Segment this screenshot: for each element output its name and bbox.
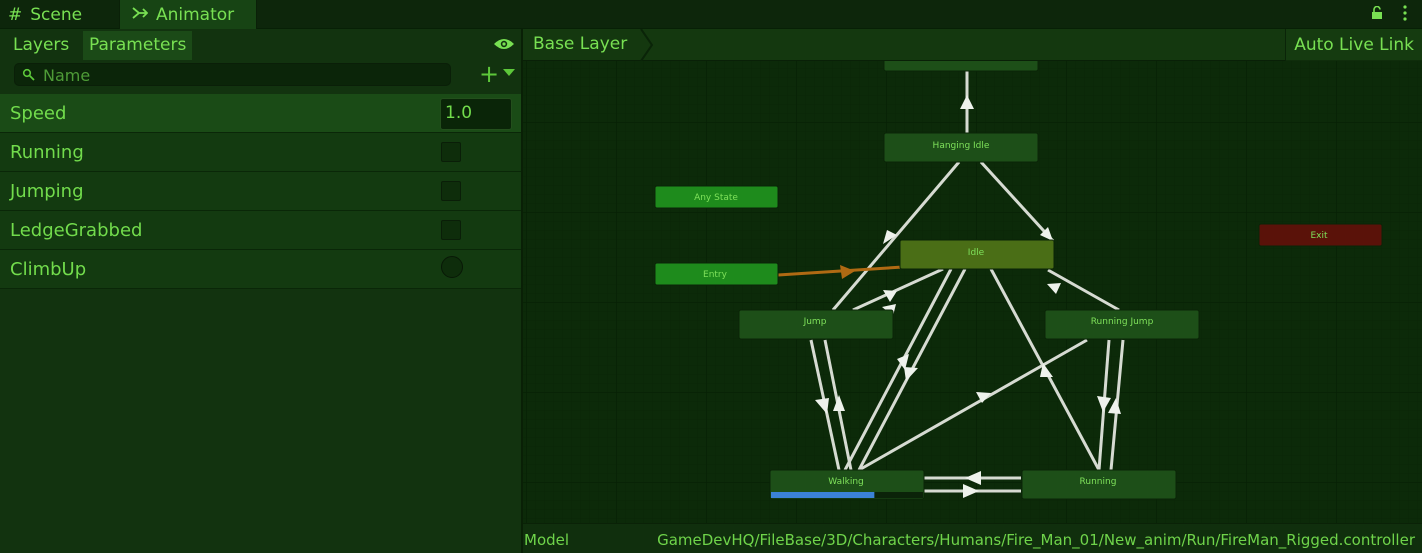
parameter-name: Running	[10, 142, 84, 163]
animator-icon	[132, 5, 149, 25]
state-node-jump[interactable]: Jump	[738, 309, 894, 340]
parameters-panel: Layers Parameters + Speed 1.0 Running	[0, 29, 523, 553]
state-node-hanging-idle[interactable]: Hanging Idle	[883, 132, 1039, 163]
state-label: Entry	[703, 270, 728, 280]
search-row: +	[0, 60, 521, 92]
search-box[interactable]	[14, 63, 451, 86]
parameter-name: Speed	[10, 103, 67, 124]
arrowhead	[960, 95, 974, 109]
status-model-label: Model	[524, 531, 570, 549]
transition-line	[852, 267, 944, 312]
state-label: Running	[1080, 477, 1117, 487]
graph-canvas: Hanging Idle Any State Idle Entry Exit J…	[654, 48, 1383, 500]
state-node-exit[interactable]: Exit	[1258, 223, 1383, 247]
parameter-name: LedgeGrabbed	[10, 220, 143, 241]
state-label: Running Jump	[1091, 317, 1154, 327]
state-node-entry[interactable]: Entry	[654, 262, 779, 286]
ledgegrabbed-checkbox[interactable]	[441, 220, 461, 240]
arrowhead	[840, 265, 855, 279]
controller-path: GameDevHQ/FileBase/3D/Characters/Humans/…	[657, 531, 1415, 549]
speed-value-field[interactable]: 1.0	[440, 98, 512, 130]
state-label: Walking	[828, 477, 863, 487]
lock-icon[interactable]	[1370, 6, 1384, 20]
transition-line	[979, 160, 1055, 243]
breadcrumb-bar: Base Layer Auto Live Link	[523, 29, 1422, 61]
parameter-row-climbup[interactable]: ClimbUp	[0, 250, 521, 289]
tab-scene[interactable]: # Scene	[8, 0, 118, 29]
arrowhead	[1047, 283, 1061, 294]
panel-tab-bar: Layers Parameters	[0, 29, 521, 60]
transition-line	[843, 268, 953, 471]
state-machine-graph[interactable]: Hanging Idle Any State Idle Entry Exit J…	[523, 29, 1422, 523]
running-checkbox[interactable]	[441, 142, 461, 162]
state-label: Jump	[803, 317, 827, 327]
arrowhead	[904, 367, 918, 381]
add-parameter-icon[interactable]: +	[479, 62, 499, 86]
state-label: Exit	[1310, 231, 1328, 241]
jumping-checkbox[interactable]	[441, 181, 461, 201]
climbup-trigger-radio[interactable]	[441, 256, 463, 278]
chevron-down-icon[interactable]	[503, 69, 515, 76]
tab-animator-label: Animator	[156, 4, 235, 25]
parameter-row-running[interactable]: Running	[0, 133, 521, 172]
state-label: Idle	[968, 248, 985, 258]
state-node-running-jump[interactable]: Running Jump	[1044, 309, 1200, 340]
transition-line	[1047, 268, 1120, 312]
window-tab-bar: # Scene Animator	[0, 0, 1422, 29]
grid-icon: #	[8, 4, 23, 25]
tab-parameters[interactable]: Parameters	[83, 31, 193, 60]
arrowhead	[963, 484, 979, 498]
state-label: Any State	[694, 193, 738, 203]
parameter-name: Jumping	[10, 181, 84, 202]
more-options-icon[interactable]	[1402, 4, 1408, 22]
transition-lines	[809, 65, 1125, 493]
tab-layers[interactable]: Layers	[7, 31, 75, 60]
auto-live-link-button[interactable]: Auto Live Link	[1285, 29, 1422, 61]
arrowhead	[815, 398, 829, 414]
status-bar: Model GameDevHQ/FileBase/3D/Characters/H…	[523, 523, 1422, 553]
walking-progress-fill	[771, 492, 875, 498]
parameter-name: ClimbUp	[10, 259, 87, 280]
state-label: Hanging Idle	[933, 141, 990, 151]
state-node-any-state[interactable]: Any State	[654, 185, 779, 209]
state-node-running[interactable]: Running	[1021, 469, 1177, 500]
breadcrumb-base-layer[interactable]: Base Layer	[533, 34, 627, 54]
arrowhead	[1097, 396, 1111, 412]
search-input[interactable]	[43, 65, 443, 85]
state-node-idle[interactable]: Idle	[899, 239, 1055, 270]
arrowhead	[965, 471, 981, 485]
parameter-row-jumping[interactable]: Jumping	[0, 172, 521, 211]
arrowhead	[833, 395, 845, 411]
parameter-list: Speed 1.0 Running Jumping LedgeGrabbed C…	[0, 94, 521, 289]
breadcrumb-arrow-icon	[640, 29, 654, 61]
parameter-row-speed[interactable]: Speed 1.0	[0, 94, 521, 133]
parameter-row-ledgegrabbed[interactable]: LedgeGrabbed	[0, 211, 521, 250]
state-node-walking[interactable]: Walking	[769, 469, 925, 500]
arrowhead	[1108, 398, 1121, 414]
tab-animator[interactable]: Animator	[119, 0, 257, 29]
search-icon	[22, 68, 35, 81]
eye-icon[interactable]	[493, 37, 515, 51]
tab-scene-label: Scene	[30, 4, 83, 25]
